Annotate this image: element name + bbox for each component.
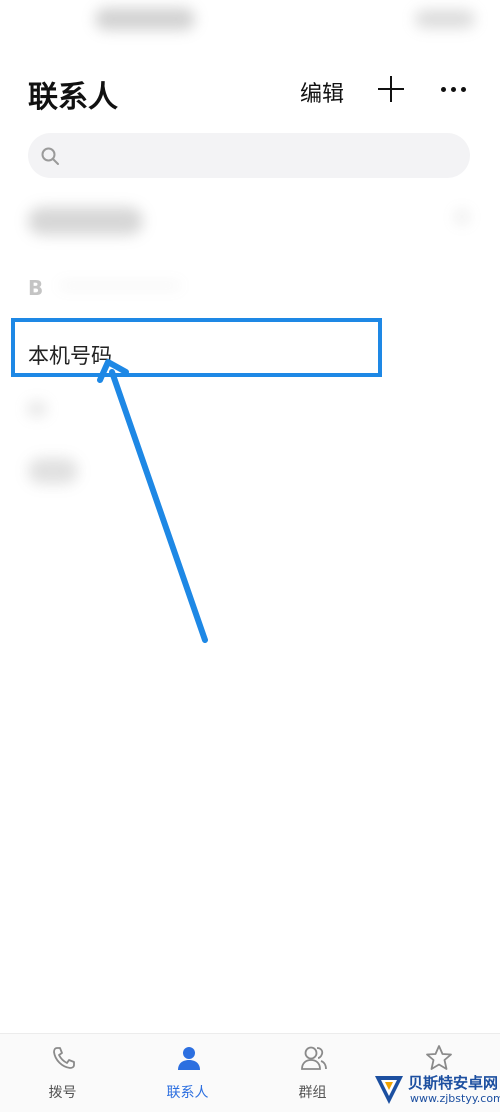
search-icon bbox=[41, 147, 59, 165]
phone-icon bbox=[53, 1047, 75, 1069]
add-contact-icon[interactable] bbox=[376, 70, 406, 108]
status-bar-right bbox=[415, 10, 475, 28]
edit-button[interactable]: 编辑 bbox=[300, 76, 344, 108]
nav-label-dialer: 拨号 bbox=[48, 1085, 77, 1101]
nav-item-contacts[interactable]: 联系人 bbox=[125, 1034, 250, 1112]
section-divider bbox=[60, 284, 180, 287]
contact-row-blurred[interactable] bbox=[28, 207, 143, 235]
more-options-icon[interactable] bbox=[439, 84, 469, 94]
highlight-box bbox=[11, 318, 382, 377]
watermark-name: 贝斯特安卓网 bbox=[408, 1074, 499, 1092]
person-icon bbox=[178, 1047, 200, 1070]
watermark-url: www.zjbstyy.com bbox=[410, 1092, 500, 1105]
watermark-logo-icon bbox=[375, 1076, 403, 1104]
nav-label-groups: 群组 bbox=[298, 1085, 327, 1101]
page-title: 联系人 bbox=[28, 80, 118, 115]
search-bar[interactable] bbox=[28, 133, 470, 178]
nav-item-dialer[interactable]: 拨号 bbox=[0, 1034, 125, 1112]
star-icon bbox=[426, 1045, 452, 1070]
contact-row-blurred-2[interactable] bbox=[28, 458, 78, 484]
group-icon bbox=[301, 1046, 327, 1070]
nav-item-groups[interactable]: 群组 bbox=[250, 1034, 375, 1112]
watermark: 贝斯特安卓网 www.zjbstyy.com bbox=[372, 1070, 500, 1110]
search-input[interactable] bbox=[70, 141, 454, 171]
nav-label-contacts: 联系人 bbox=[166, 1085, 209, 1101]
status-bar-left bbox=[95, 8, 195, 30]
section-header-b: B bbox=[28, 276, 44, 300]
contact-row-blurred-detail bbox=[455, 210, 469, 224]
section-header-blurred bbox=[28, 402, 46, 416]
